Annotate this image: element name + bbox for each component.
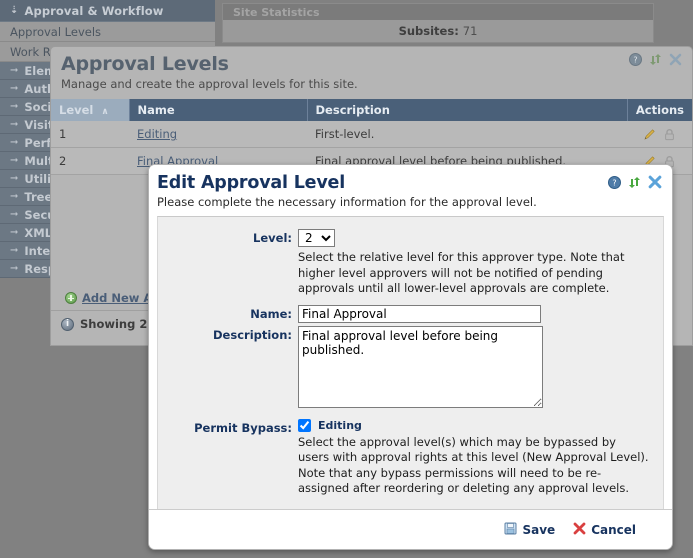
sidebar-item-label: XML — [24, 225, 53, 240]
description-textarea[interactable] — [298, 325, 543, 408]
permit-bypass-checkbox-label[interactable]: Editing — [318, 419, 362, 432]
sidebar-item-label: Work R — [10, 44, 51, 59]
right-arrow-icon: ➞ — [10, 137, 19, 148]
cancel-button[interactable]: Cancel — [573, 522, 636, 538]
screen: ⇣ Approval & Workflow Approval Levels Wo… — [0, 0, 693, 558]
field-row-name: Name: — [158, 304, 663, 323]
plus-circle-icon — [65, 292, 77, 304]
add-new-approval-level-link[interactable]: Add New A — [82, 291, 152, 305]
help-icon[interactable]: ? — [629, 53, 642, 69]
subsites-label: Subsites: — [398, 24, 459, 38]
help-icon[interactable]: ? — [608, 175, 621, 192]
permit-bypass-checkbox[interactable] — [298, 418, 311, 432]
sidebar-item-label: Tree — [24, 189, 53, 204]
cancel-x-icon — [573, 522, 586, 538]
right-arrow-icon: ➞ — [10, 119, 19, 130]
cancel-label: Cancel — [591, 522, 636, 537]
dialog-footer: Save Cancel — [149, 509, 672, 549]
right-arrow-icon: ➞ — [10, 173, 19, 184]
right-arrow-icon: ➞ — [10, 101, 19, 112]
sidebar-section-label: Approval & Workflow — [24, 3, 164, 18]
right-arrow-icon: ➞ — [10, 209, 19, 220]
right-arrow-icon: ➞ — [10, 245, 19, 256]
panel-icon-group: ? — [629, 53, 682, 69]
cell-description: First-level. — [307, 121, 628, 148]
table-row: 1 Editing First-level. — [51, 121, 692, 148]
column-header-name[interactable]: Name — [129, 99, 308, 121]
save-label: Save — [522, 522, 556, 537]
edit-approval-level-dialog: Edit Approval Level Please complete the … — [148, 164, 673, 550]
dialog-body: Level: 1 2 Select the relative level for… — [157, 216, 664, 516]
refresh-icon[interactable] — [628, 176, 641, 192]
page-subtitle: Manage and create the approval levels fo… — [61, 77, 358, 91]
refresh-icon[interactable] — [649, 53, 662, 69]
dialog-header: Edit Approval Level Please complete the … — [149, 165, 672, 214]
approval-levels-header: Approval Levels Manage and create the ap… — [51, 47, 692, 93]
site-statistics-header: Site Statistics — [223, 4, 653, 20]
name-input[interactable] — [298, 304, 541, 323]
field-row-level: Level: 1 2 Select the relative level for… — [158, 229, 663, 297]
svg-text:?: ? — [612, 178, 616, 187]
right-arrow-icon: ➞ — [10, 191, 19, 202]
subsites-value: 71 — [462, 24, 478, 38]
name-label: Name: — [250, 306, 292, 321]
dialog-title: Edit Approval Level — [157, 173, 345, 193]
table-header-row: Level ∧ Name Description Actions — [51, 99, 692, 121]
cell-level: 1 — [51, 121, 129, 148]
right-arrow-icon: ➞ — [10, 65, 19, 76]
info-icon: i — [61, 317, 74, 331]
edit-pencil-icon[interactable] — [643, 128, 656, 141]
field-row-permit-bypass: Permit Bypass: Editing Select the approv… — [158, 418, 663, 497]
column-header-description[interactable]: Description — [307, 99, 628, 121]
level-help-text: Select the relative level for this appro… — [298, 250, 625, 295]
right-arrow-icon: ➞ — [10, 155, 19, 166]
permit-bypass-label: Permit Bypass: — [194, 420, 292, 435]
right-arrow-icon: ➞ — [10, 227, 19, 238]
column-label: Level — [59, 103, 94, 117]
dialog-subtitle: Please complete the necessary informatio… — [157, 195, 537, 209]
sort-ascending-icon: ∧ — [101, 107, 109, 117]
save-button[interactable]: Save — [504, 522, 555, 538]
down-arrow-icon: ⇣ — [10, 5, 19, 16]
close-icon[interactable] — [669, 53, 682, 69]
field-row-description: Description: — [158, 325, 663, 411]
lock-icon[interactable] — [663, 128, 676, 141]
right-arrow-icon: ➞ — [10, 263, 19, 274]
right-arrow-icon: ➞ — [10, 83, 19, 94]
cell-actions — [627, 121, 692, 148]
site-statistics-panel: Site Statistics Subsites: 71 — [222, 3, 654, 43]
sidebar-section-approval-workflow[interactable]: ⇣ Approval & Workflow — [0, 0, 215, 22]
permit-bypass-help-text: Select the approval level(s) which may b… — [298, 434, 649, 496]
svg-text:?: ? — [633, 56, 637, 65]
page-title: Approval Levels — [61, 53, 229, 75]
sidebar-item-label: Approval Levels — [10, 24, 102, 39]
cell-name: Editing — [129, 121, 307, 148]
save-disk-icon — [504, 522, 517, 538]
site-statistics-body: Subsites: 71 — [223, 20, 653, 42]
dialog-icon-group: ? — [608, 175, 662, 192]
column-header-level[interactable]: Level ∧ — [51, 99, 130, 121]
sidebar-item-approval-levels[interactable]: Approval Levels — [0, 22, 215, 42]
approval-level-link[interactable]: Editing — [137, 127, 177, 141]
permit-bypass-option: Editing — [298, 418, 649, 432]
level-label: Level: — [253, 231, 292, 245]
level-select[interactable]: 1 2 — [298, 229, 335, 247]
column-header-actions: Actions — [627, 99, 692, 121]
cell-level: 2 — [51, 147, 129, 175]
description-label: Description: — [213, 327, 292, 342]
close-icon[interactable] — [648, 175, 662, 192]
